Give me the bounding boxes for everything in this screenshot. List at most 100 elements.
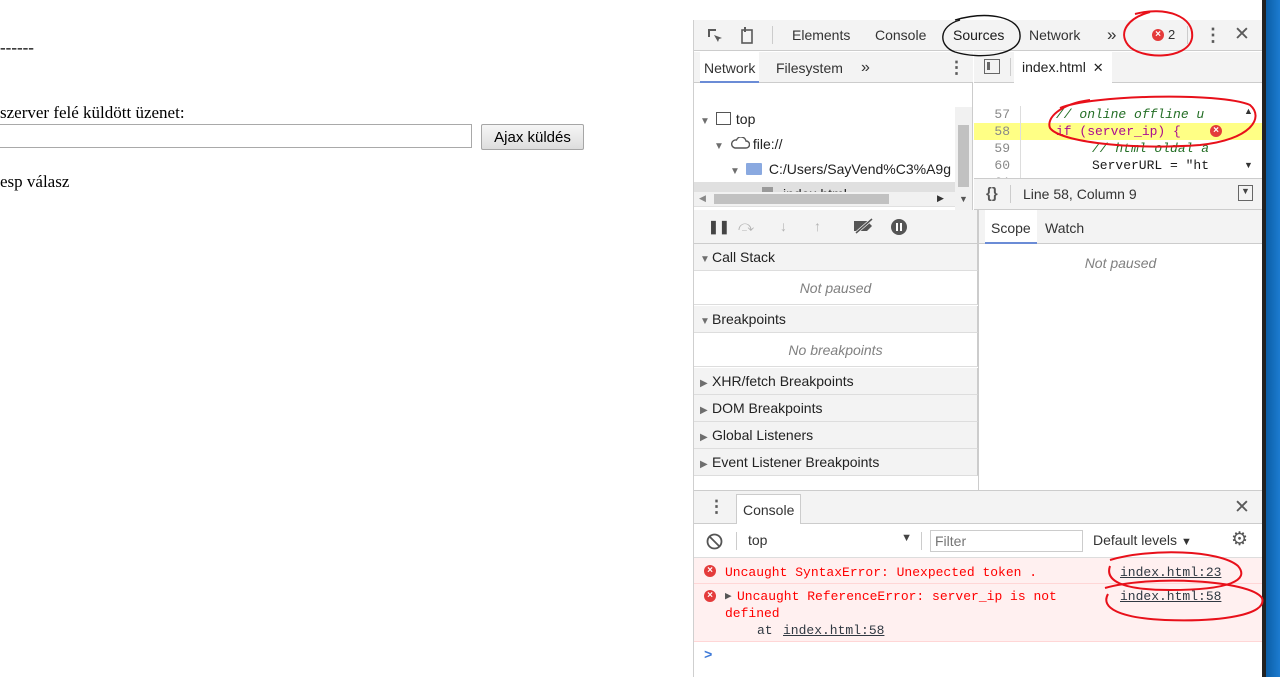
console-filter-input[interactable] xyxy=(930,530,1083,552)
frame-icon xyxy=(715,112,731,125)
toolbar-divider-2 xyxy=(1187,26,1188,44)
toolbar-divider xyxy=(772,26,773,44)
close-tab-icon[interactable]: ✕ xyxy=(1093,60,1104,75)
close-drawer-icon[interactable]: ✕ xyxy=(1234,498,1250,517)
clear-console-icon[interactable] xyxy=(706,533,723,552)
pause-on-exceptions-icon[interactable] xyxy=(890,218,908,238)
dash-line: ------ xyxy=(0,38,34,57)
error-icon: × xyxy=(704,590,716,602)
tab-console[interactable]: Console xyxy=(875,20,926,50)
scope-body: Not paused xyxy=(1084,255,1157,271)
pretty-print-icon[interactable]: {} xyxy=(986,185,998,202)
console-drawer-header: ⋮ Console ✕ xyxy=(694,490,1262,525)
deactivate-breakpoints-icon[interactable] xyxy=(852,217,876,236)
expand-triangle-icon: ▼ xyxy=(700,254,710,265)
expand-triangle-icon: ▼ xyxy=(714,141,724,152)
tab-watch[interactable]: Watch xyxy=(1045,210,1084,240)
line-error-icon[interactable]: × xyxy=(1210,125,1222,137)
navigator-hscroll[interactable]: ◀ ▶ xyxy=(694,192,955,206)
drawer-tab-console[interactable]: Console xyxy=(736,494,802,525)
desktop-background xyxy=(1266,0,1280,677)
expand-triangle-icon[interactable]: ▶ xyxy=(725,589,732,603)
step-into-icon[interactable]: ↓ xyxy=(780,219,787,233)
console-error-syntax: × Uncaught SyntaxError: Unexpected token… xyxy=(694,558,1262,584)
event-listener-breakpoints-header[interactable]: ▶ Event Listener Breakpoints xyxy=(694,449,978,476)
error-count[interactable]: 2 xyxy=(1168,20,1175,50)
nav-more-button[interactable]: » xyxy=(861,52,870,82)
editor-status-bar: {} Line 58, Column 9 ▼ xyxy=(974,178,1262,210)
expand-triangle-icon: ▼ xyxy=(700,316,710,327)
folder-icon xyxy=(745,163,762,175)
more-tabs-button[interactable]: » xyxy=(1107,20,1116,50)
expand-triangle-icon: ▼ xyxy=(730,166,740,177)
step-over-icon[interactable]: ⤼ xyxy=(738,219,754,234)
nav-tab-network[interactable]: Network xyxy=(700,52,760,83)
breakpoints-header[interactable]: ▼ Breakpoints xyxy=(694,306,978,333)
drawer-menu-icon[interactable]: ⋮ xyxy=(708,498,725,515)
navigator-tabs: Network Filesystem » ⋮ xyxy=(694,52,973,83)
close-devtools-icon[interactable]: ✕ xyxy=(1234,25,1250,44)
dom-breakpoints-header[interactable]: ▶ DOM Breakpoints xyxy=(694,395,978,422)
navigator-scrollbar[interactable]: ▼ xyxy=(955,107,972,210)
console-settings-gear-icon[interactable]: ⚙ xyxy=(1231,530,1248,549)
xhr-breakpoints-header[interactable]: ▶ XHR/fetch Breakpoints xyxy=(694,368,978,395)
collapsed-triangle-icon: ▶ xyxy=(700,432,708,443)
collapsed-triangle-icon: ▶ xyxy=(700,405,708,416)
coverage-icon[interactable]: ▼ xyxy=(1238,185,1253,201)
navigator-menu-icon[interactable]: ⋮ xyxy=(948,59,965,76)
devtools-toolbar: Elements Console Sources Network » × 2 ⋮… xyxy=(694,20,1262,51)
web-page: ------ szerver felé küldött üzenet: Ajax… xyxy=(0,0,693,677)
breakpoints-body: No breakpoints xyxy=(694,333,978,367)
code-line-59: 59// html oldal a xyxy=(994,141,1210,156)
step-out-icon[interactable]: ↑ xyxy=(814,219,821,233)
devtools-panel: Elements Console Sources Network » × 2 ⋮… xyxy=(693,20,1262,677)
message-input[interactable] xyxy=(0,124,472,148)
tree-label: file:// xyxy=(752,136,783,152)
code-line-57: 57// online offline u xyxy=(994,107,1205,122)
editor-divider xyxy=(1010,58,1011,76)
editor-tab-index-html[interactable]: index.html ✕ xyxy=(1014,52,1112,84)
error-icon: × xyxy=(704,565,716,577)
call-stack-body: Not paused xyxy=(694,271,978,305)
inspect-element-icon[interactable] xyxy=(706,27,724,47)
tab-elements[interactable]: Elements xyxy=(792,20,850,50)
context-select[interactable]: top ▼ xyxy=(748,532,914,552)
console-tool-divider-2 xyxy=(921,532,922,550)
chevron-down-icon: ▼ xyxy=(901,532,912,544)
global-listeners-header[interactable]: ▶ Global Listeners xyxy=(694,422,978,449)
source-link-58[interactable]: index.html:58 xyxy=(1120,589,1221,604)
response-text: esp válasz xyxy=(0,172,70,191)
editor-tabs: index.html ✕ xyxy=(974,52,1262,84)
kebab-menu-icon[interactable]: ⋮ xyxy=(1204,26,1222,44)
expand-triangle-icon: ▼ xyxy=(700,116,710,127)
chevron-down-icon: ▼ xyxy=(1180,536,1192,548)
source-link-23[interactable]: index.html:23 xyxy=(1120,565,1221,580)
tab-scope[interactable]: Scope xyxy=(985,210,1037,244)
file-navigator: Network Filesystem » ⋮ ▼ top ▼ file:// ▼… xyxy=(694,52,973,210)
cursor-position: Line 58, Column 9 xyxy=(1023,186,1137,202)
tree-item-folder[interactable]: ▼ C:/Users/SayVend%C3%A9g xyxy=(694,157,952,182)
collapsed-triangle-icon: ▶ xyxy=(700,459,708,470)
toggle-navigator-icon[interactable] xyxy=(984,59,1000,74)
nav-tab-filesystem[interactable]: Filesystem xyxy=(776,52,843,82)
error-count-icon[interactable]: × xyxy=(1152,29,1164,41)
tab-sources[interactable]: Sources xyxy=(953,20,1004,50)
tab-network[interactable]: Network xyxy=(1029,20,1080,50)
code-line-58: 58 if (server_ip) { × xyxy=(974,123,1262,140)
log-levels-dropdown[interactable]: Default levels ▼ xyxy=(1093,532,1192,548)
console-prompt[interactable]: > xyxy=(694,642,1262,677)
tree-label: C:/Users/SayVend%C3%A9g xyxy=(768,161,951,177)
tree-label: top xyxy=(735,111,756,127)
pause-icon[interactable]: ❚❚ xyxy=(708,220,730,233)
console-toolbar: top ▼ Default levels ▼ ⚙ xyxy=(694,524,1262,558)
tree-item-top[interactable]: ▼ top xyxy=(694,107,958,132)
call-stack-header[interactable]: ▼ Call Stack xyxy=(694,244,978,271)
device-toolbar-icon[interactable] xyxy=(738,26,756,46)
tree-item-file[interactable]: ▼ file:// xyxy=(694,132,958,157)
editor-vscrollbar[interactable]: ▲ ▼ xyxy=(1242,106,1256,174)
collapsed-triangle-icon: ▶ xyxy=(700,378,708,389)
code-line-60: 60 ServerURL = "ht xyxy=(994,158,1210,173)
console-tool-divider xyxy=(736,532,737,550)
ajax-send-button[interactable]: Ajax küldés xyxy=(481,124,584,150)
stack-link-58[interactable]: index.html:58 xyxy=(783,623,884,638)
